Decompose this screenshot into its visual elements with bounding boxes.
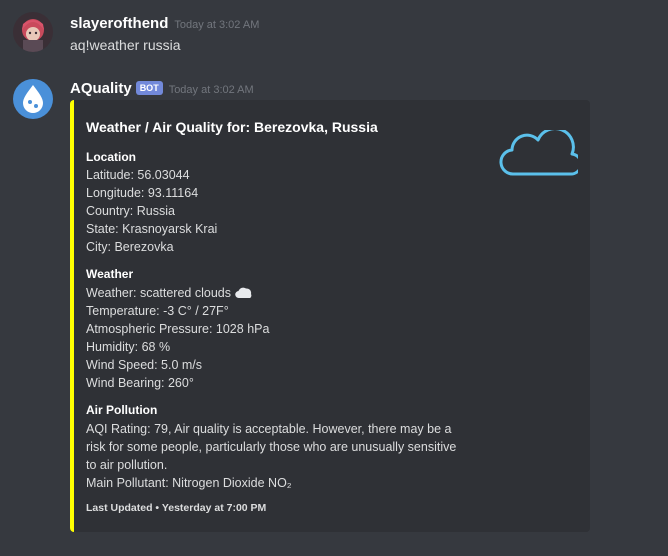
weather-embed: Weather / Air Quality for: Berezovka, Ru… [70,100,590,532]
location-line: City: Berezovka [86,240,174,254]
message-content: aq!weather russia [70,37,181,53]
cloud-emoji-icon [235,285,253,304]
pollution-line: AQI Rating: 79, Air quality is acceptabl… [86,422,452,436]
location-line: Longitude: 93.11164 [86,186,199,200]
weather-line: Humidity: 68 % [86,340,171,354]
weather-line: Wind Bearing: 260° [86,376,194,390]
pollution-line: Main Pollutant: Nitrogen Dioxide NO₂ [86,476,292,490]
weather-line: Atmospheric Pressure: 1028 hPa [86,322,270,336]
timestamp: Today at 3:02 AM [168,84,254,96]
weather-line: Temperature: -3 C° / 27F° [86,304,229,318]
weather-line: Weather: scattered clouds [86,284,253,304]
cloud-icon [498,127,583,185]
embed-footer: Last Updated • Yesterday at 7:00 PM [86,502,267,514]
username[interactable]: slayerofthend Today at 3:02 AM [70,15,259,34]
pollution-line: risk for some people, particularly those… [86,440,457,454]
location-line: Country: Russia [86,204,175,218]
bot-username: AQuality BOT Today at 3:02 AM [70,80,254,99]
bot-tag: BOT [135,81,163,95]
weather-field-name: Weather [86,267,134,281]
embed-title: Weather / Air Quality for: Berezovka, Ru… [86,119,378,135]
username-text[interactable]: slayerofthend [70,15,168,32]
location-field-name: Location [86,150,136,164]
weather-condition-text: Weather: scattered clouds [86,286,231,300]
pollution-field-name: Air Pollution [86,403,158,417]
user-avatar[interactable] [13,12,53,52]
location-line: State: Krasnoyarsk Krai [86,222,218,236]
pollution-line: to air pollution. [86,458,168,472]
location-line: Latitude: 56.03044 [86,168,190,182]
weather-line: Wind Speed: 5.0 m/s [86,358,203,372]
bot-username-text[interactable]: AQuality [70,80,132,97]
bot-avatar[interactable] [13,79,53,119]
timestamp: Today at 3:02 AM [174,19,260,31]
